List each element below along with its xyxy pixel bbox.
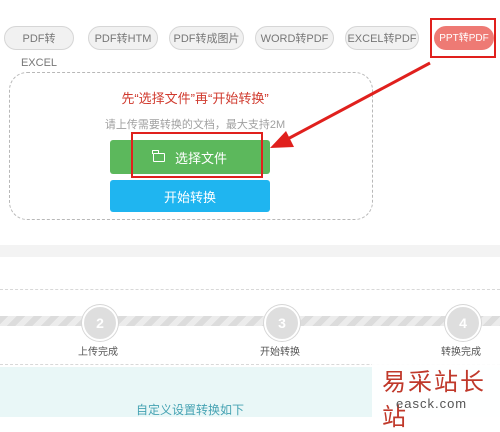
tab-word-to-pdf[interactable]: WORD转PDF [255, 26, 334, 50]
progress-track [0, 316, 500, 326]
highlight-box-button [131, 132, 263, 178]
dashed-divider [0, 289, 500, 290]
upload-instruction: 先“选择文件”再“开始转换” [121, 91, 269, 106]
tab-pdf-to-excel[interactable]: PDF转EXCEL [4, 26, 74, 69]
upload-size-note: 请上传需要转换的文档，最大支持2M [104, 119, 286, 131]
step-label-upload-complete: 上传完成 [78, 347, 118, 358]
start-convert-button[interactable]: 开始转换 [110, 180, 270, 212]
watermark-url: easck.com [396, 396, 468, 411]
section-divider [0, 245, 500, 257]
tab-pdf-to-htm[interactable]: PDF转HTM [88, 26, 158, 50]
tab-pdf-to-image[interactable]: PDF转成图片 [169, 26, 244, 50]
step-circle-2: 2 [82, 305, 118, 341]
step-circle-3: 3 [264, 305, 300, 341]
step-label-start-convert: 开始转换 [260, 347, 300, 358]
tab-excel-to-pdf[interactable]: EXCEL转PDF [345, 26, 419, 50]
custom-settings-title: 自定义设置转换如下 [135, 403, 244, 417]
start-convert-label: 开始转换 [163, 189, 216, 205]
step-circle-4: 4 [445, 305, 481, 341]
conversion-tab-bar: PDF转EXCEL PDF转HTM PDF转成图片 WORD转PDF EXCEL… [0, 0, 500, 69]
highlight-box-tab [430, 18, 496, 58]
